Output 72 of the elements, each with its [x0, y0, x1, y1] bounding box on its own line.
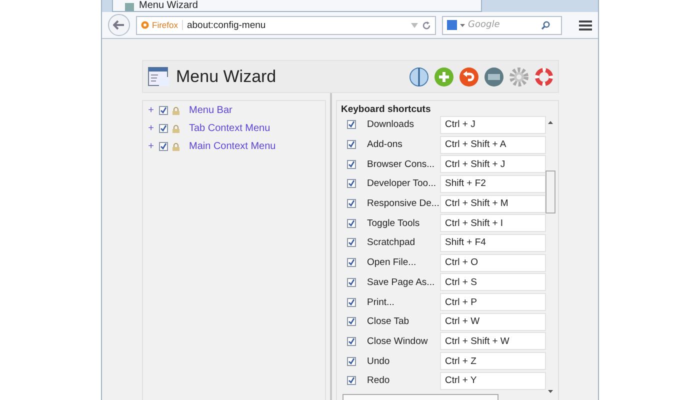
shortcut-field[interactable]: Ctrl + Shift + W [440, 332, 546, 350]
shortcut-field[interactable]: Shift + F4 [440, 234, 546, 252]
browser-logo-icon [141, 21, 149, 29]
shortcut-name: Add-ons [367, 139, 404, 150]
lock-icon [172, 124, 180, 132]
tree-item[interactable]: Menu Bar [189, 105, 232, 116]
checkbox[interactable] [347, 238, 356, 248]
checkbox[interactable] [347, 199, 356, 208]
checkbox[interactable] [347, 179, 356, 188]
shortcut-field[interactable]: Ctrl + Shift + I [440, 214, 546, 232]
shortcut-field[interactable]: Ctrl + P [440, 293, 546, 312]
shortcut-name: Toggle Tools [367, 218, 421, 229]
app-logo-icon [148, 66, 170, 86]
shortcut-field[interactable]: Shift + F2 [440, 174, 546, 193]
section-title: Keyboard shortcuts [341, 104, 432, 115]
shortcut-name: Undo [367, 356, 391, 367]
expand-toggle[interactable]: + [147, 105, 155, 116]
shortcut-name: Save Page As... [367, 276, 436, 288]
shortcut-field[interactable]: Ctrl + Shift + J [440, 155, 546, 174]
lifebuoy-icon[interactable] [534, 66, 554, 86]
checkbox[interactable] [159, 106, 168, 115]
shortcut-field[interactable]: Ctrl + S [440, 273, 546, 292]
checkbox[interactable] [347, 376, 356, 386]
checkbox[interactable] [159, 124, 168, 133]
back-icon[interactable] [113, 20, 125, 30]
checkbox[interactable] [347, 298, 356, 307]
shortcut-name: Scratchpad [367, 237, 416, 248]
checkbox[interactable] [347, 356, 356, 366]
checkbox[interactable] [159, 142, 168, 151]
checkbox[interactable] [347, 317, 356, 326]
reload-icon[interactable] [422, 20, 431, 30]
checkbox[interactable] [347, 160, 356, 169]
tree-item[interactable]: Main Context Menu [189, 141, 276, 152]
shortcut-field[interactable]: Ctrl + W [440, 312, 546, 331]
shortcut-field[interactable]: Ctrl + J [440, 116, 546, 134]
checkbox[interactable] [347, 278, 356, 287]
app-title: Menu Wizard [176, 66, 278, 86]
address-bar[interactable]: Firefox about:config-menu [136, 16, 436, 34]
search-icon[interactable] [541, 20, 550, 30]
checkbox[interactable] [347, 218, 356, 228]
search-field[interactable]: Google [468, 20, 538, 30]
shortcut-field[interactable]: Ctrl + Z [440, 352, 546, 370]
tree-item[interactable]: Tab Context Menu [189, 123, 270, 134]
lock-icon [172, 106, 180, 114]
lock-icon [172, 142, 180, 150]
shortcut-field[interactable]: Ctrl + Y [440, 372, 546, 390]
undo-icon[interactable] [459, 66, 479, 86]
checkbox[interactable] [347, 120, 356, 130]
shortcut-name: Responsive De... [367, 198, 440, 210]
shortcut-name: Print... [367, 296, 396, 308]
shortcut-name: Downloads [367, 119, 415, 130]
split-view-icon[interactable] [409, 66, 429, 86]
shortcut-field[interactable]: Ctrl + Shift + A [440, 136, 546, 154]
menu-button[interactable] [579, 20, 592, 30]
caret-icon[interactable] [460, 24, 465, 26]
shortcut-name: Close Tab [367, 316, 410, 328]
shortcut-name: Redo [367, 375, 391, 386]
shortcut-name: Developer Too... [367, 178, 438, 190]
expand-toggle[interactable]: + [147, 123, 155, 134]
shortcut-name: Open File... [367, 257, 418, 268]
checkbox[interactable] [347, 258, 356, 268]
browser-tab[interactable]: Menu Wizard [112, 0, 482, 12]
search-bar[interactable]: Google [442, 16, 562, 34]
shortcut-field[interactable]: Ctrl + O [440, 254, 546, 272]
shortcut-name: Browser Cons... [367, 158, 436, 170]
expand-toggle[interactable]: + [147, 141, 155, 152]
shortcut-field[interactable]: Ctrl + Shift + M [440, 194, 546, 213]
shortcut-name: Close Window [367, 336, 429, 347]
back-button[interactable] [108, 14, 130, 36]
url-text: about:config-menu [186, 20, 267, 30]
checkbox[interactable] [347, 140, 356, 150]
checkbox[interactable] [347, 336, 356, 346]
